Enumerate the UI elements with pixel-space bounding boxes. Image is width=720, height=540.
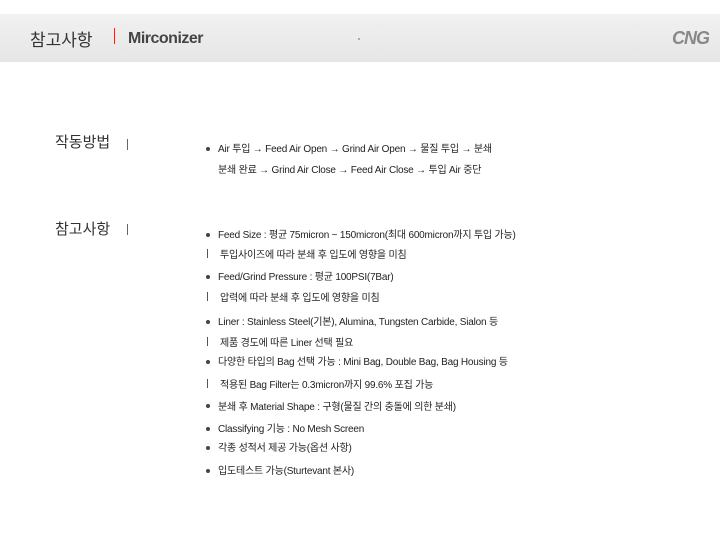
note-bullet xyxy=(206,469,210,473)
cng-logo: CNG xyxy=(672,28,710,48)
note-bullet xyxy=(206,360,210,364)
note-sub-bar xyxy=(207,379,208,388)
operation-bullet xyxy=(206,147,210,151)
note-sub-bar xyxy=(207,249,208,258)
operation-line-1: Air 투입 → Feed Air Open → Grind Air Open … xyxy=(218,144,492,155)
note-bullet xyxy=(206,320,210,324)
note-item: Classifying 기능 : No Mesh Screen xyxy=(218,424,365,435)
note-sub-item: 압력에 따라 분쇄 후 입도에 영향을 미침 xyxy=(220,293,380,304)
note-item: 다양한 타입의 Bag 선택 가능 : Mini Bag, Double Bag… xyxy=(218,357,508,368)
page-title: 참고사항 xyxy=(30,31,93,51)
note-sub-bar xyxy=(207,292,208,301)
note-sub-bar xyxy=(207,337,208,346)
notes-section-bar xyxy=(127,224,128,235)
note-sub-item: 투입사이즈에 따라 분쇄 후 입도에 영향을 미침 xyxy=(220,250,407,261)
title-divider xyxy=(114,28,115,44)
note-item: Feed Size : 평균 75micron ~ 150micron(최대 6… xyxy=(218,230,516,241)
note-item: 입도테스트 가능(Sturtevant 본사) xyxy=(218,466,354,477)
note-sub-item: 제품 경도에 따른 Liner 선택 필요 xyxy=(220,338,354,349)
note-bullet xyxy=(206,427,210,431)
operation-line-2: 분쇄 완료 → Grind Air Close → Feed Air Close… xyxy=(218,165,482,176)
note-item: Liner : Stainless Steel(기본), Alumina, Tu… xyxy=(218,317,498,328)
operation-section-title: 작동방법 xyxy=(55,133,111,151)
header-bar xyxy=(0,14,720,62)
note-sub-item: 적용된 Bag Filter는 0.3micron까지 99.6% 포집 가능 xyxy=(220,380,434,391)
page-subtitle: Mirconizer xyxy=(128,30,204,47)
note-bullet xyxy=(206,233,210,237)
note-item: 각종 성적서 제공 가능(옵션 사항) xyxy=(218,443,352,454)
note-bullet xyxy=(206,275,210,279)
note-bullet xyxy=(206,446,210,450)
note-item: 분쇄 후 Material Shape : 구형(물질 간의 충돌에 의한 분쇄… xyxy=(218,402,456,413)
note-bullet xyxy=(206,404,210,408)
header-dot xyxy=(358,38,360,40)
notes-section-title: 참고사항 xyxy=(55,220,111,238)
note-item: Feed/Grind Pressure : 평균 100PSI(7Bar) xyxy=(218,272,394,283)
operation-section-bar xyxy=(127,139,128,150)
